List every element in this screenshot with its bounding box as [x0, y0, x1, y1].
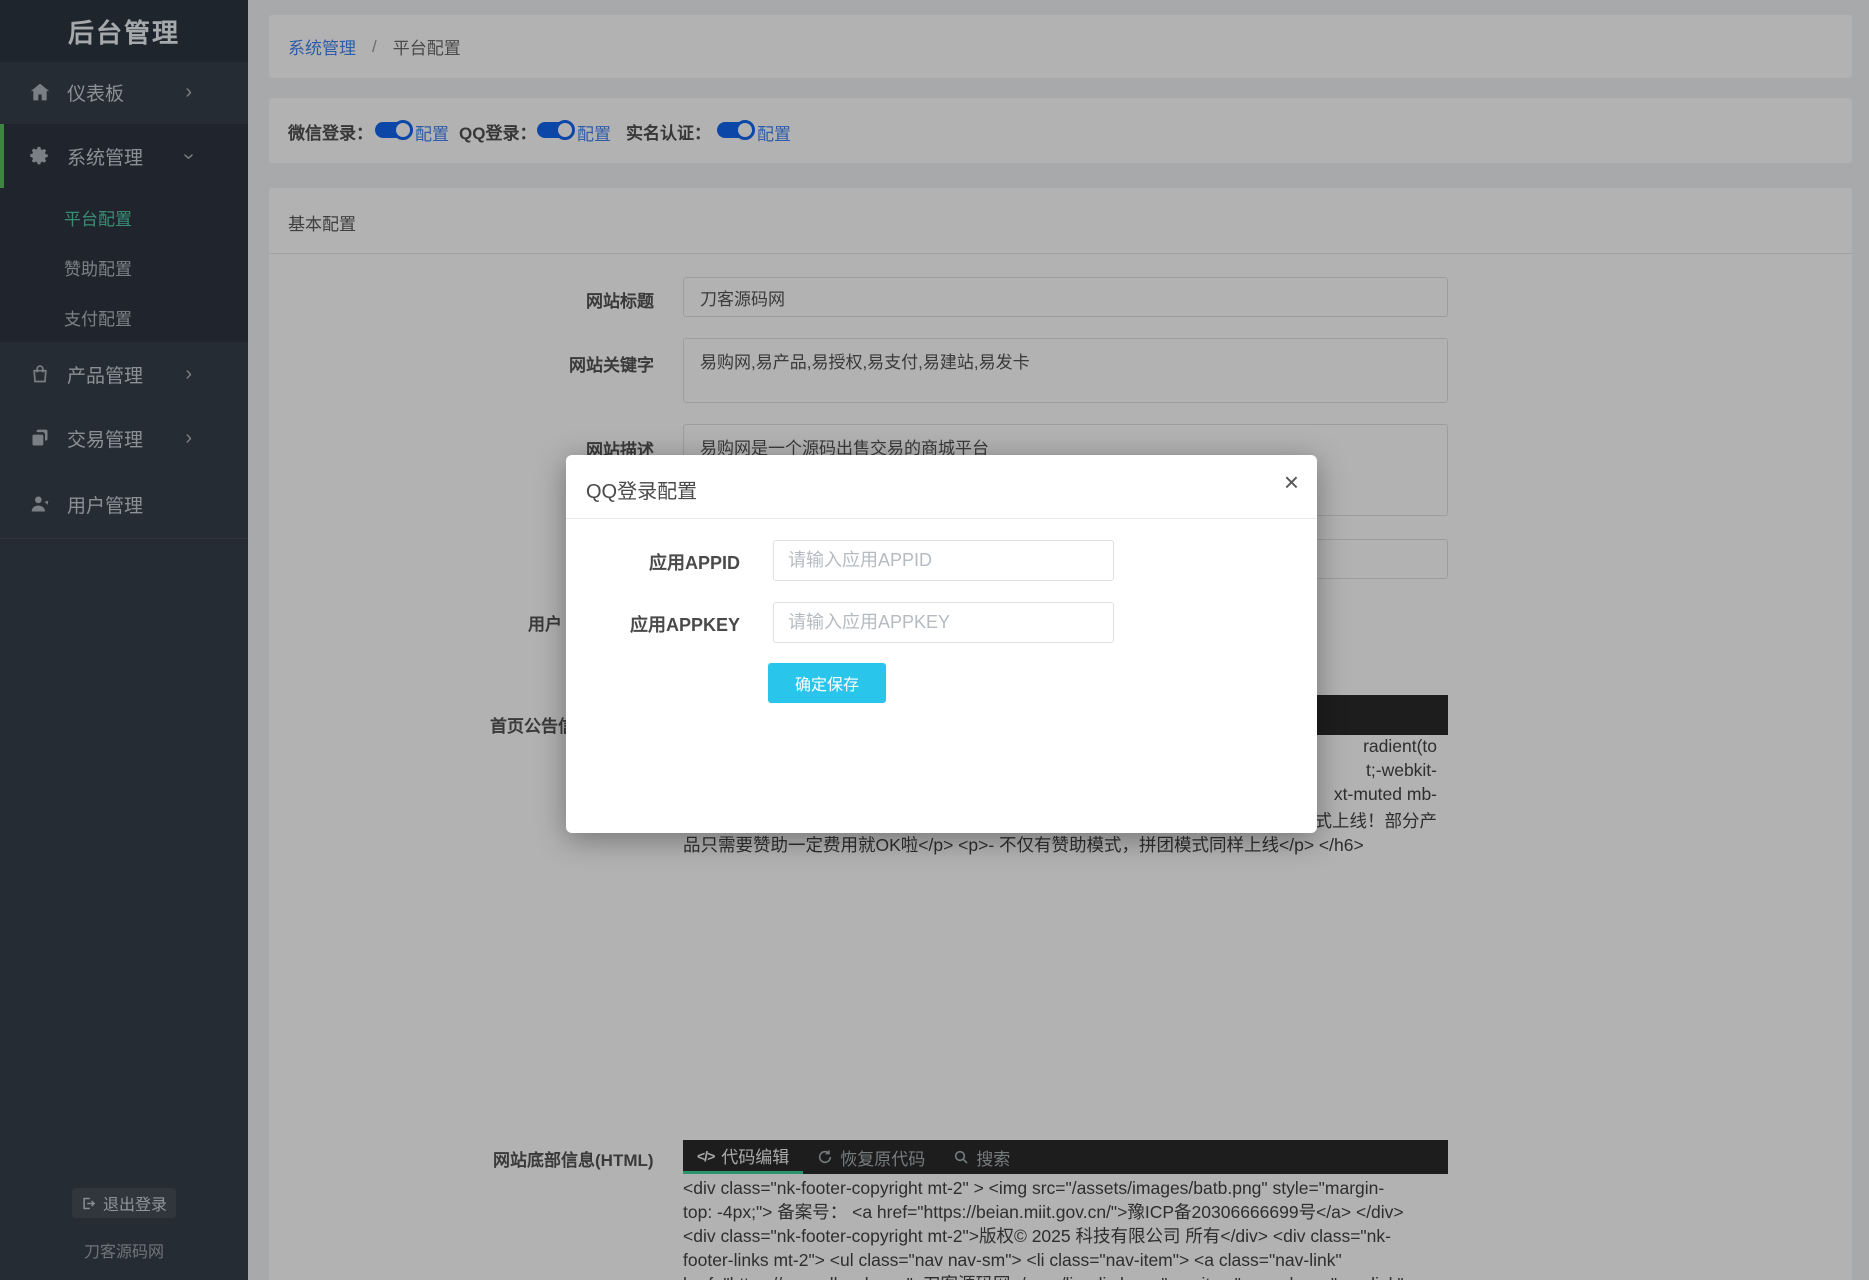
modal-divider [566, 518, 1317, 519]
appkey-label: 应用APPKEY [580, 611, 740, 637]
appid-label: 应用APPID [580, 549, 740, 575]
qq-login-config-modal: QQ登录配置 × 应用APPID 应用APPKEY 确定保存 [566, 455, 1317, 833]
save-button[interactable]: 确定保存 [768, 663, 886, 703]
close-icon[interactable]: × [1284, 469, 1299, 495]
appid-input[interactable] [773, 540, 1114, 581]
appkey-input[interactable] [773, 602, 1114, 643]
modal-title: QQ登录配置 [586, 475, 697, 504]
admin-screen: 后台管理 仪表板 › 系统管理 › 平台配置 赞助配置 支付配置 [0, 0, 1869, 1280]
